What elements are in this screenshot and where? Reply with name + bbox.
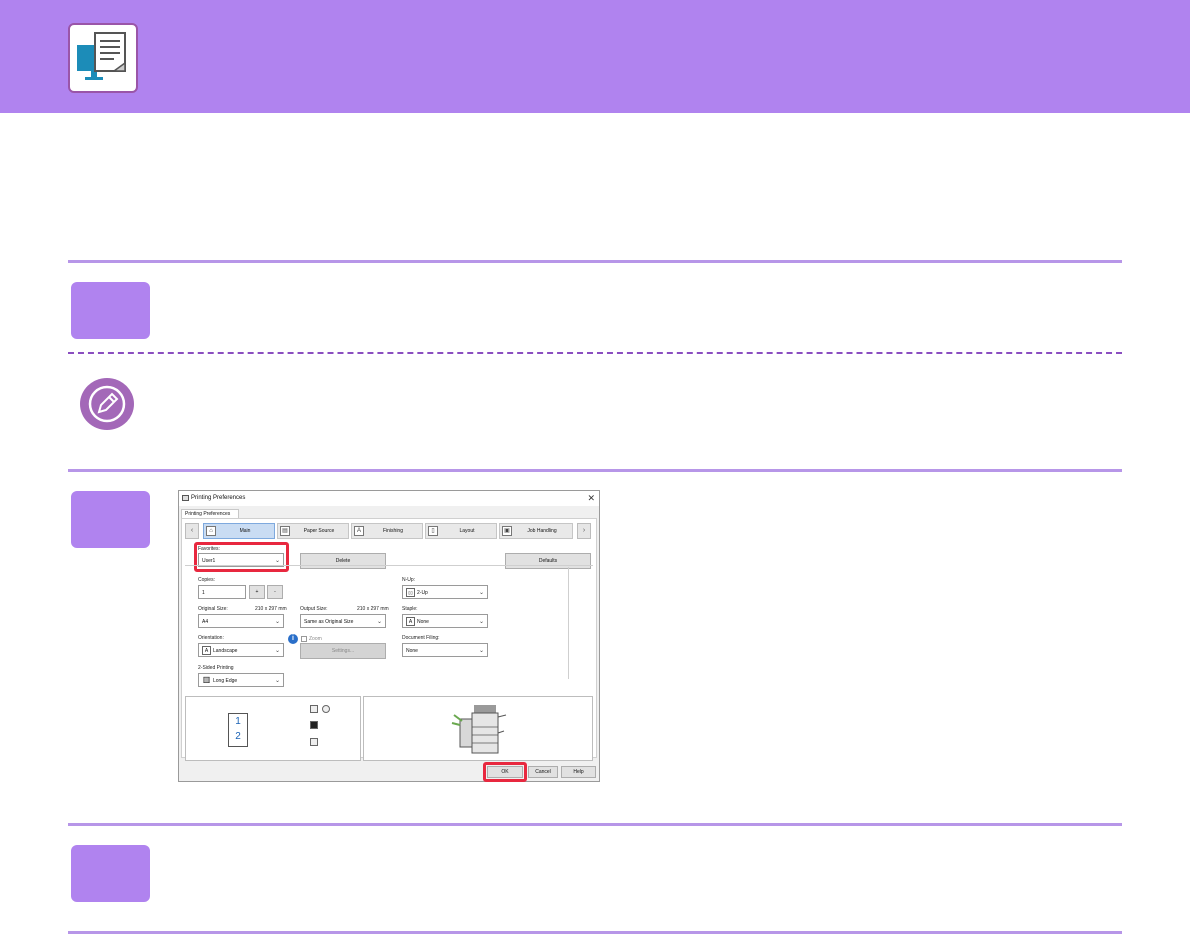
output-size-label: Output Size: <box>300 606 328 612</box>
tab-main-label: Main <box>239 528 251 534</box>
output-size-select[interactable]: Same as Original Size ⌄ <box>300 614 386 628</box>
job-handling-icon: ▣ <box>502 526 512 536</box>
zoom-settings-button[interactable]: Settings... <box>300 643 386 659</box>
tab-paper-source-label: Paper Source <box>303 528 335 534</box>
delete-button[interactable]: Delete <box>300 553 386 569</box>
tab-layout-label: Layout <box>459 528 475 534</box>
n-up-select[interactable]: ▯▯ 2-Up ⌄ <box>402 585 488 599</box>
orientation-select[interactable]: A Landscape ⌄ <box>198 643 284 657</box>
collate-icon <box>310 705 318 713</box>
chevron-down-icon: ⌄ <box>478 648 484 654</box>
dotted-separator <box>68 352 1122 354</box>
tab-printing-preferences-label: Printing Preferences <box>185 511 231 517</box>
page-preview: 1 2 <box>185 696 361 761</box>
n-up-label: N-Up: <box>402 577 416 583</box>
header-banner <box>0 0 1190 113</box>
original-size-select[interactable]: A4 ⌄ <box>198 614 284 628</box>
two-sided-value: Long Edge <box>213 678 238 684</box>
tab-job-handling-label: Job Handling <box>527 528 557 534</box>
close-icon[interactable]: ✕ <box>587 493 595 504</box>
color-mode-icon <box>310 721 318 729</box>
duplex-icon: ▥ <box>202 675 211 684</box>
favorites-highlight <box>194 542 289 572</box>
copies-label: Copies: <box>198 577 215 583</box>
orientation-icon: A <box>202 646 211 655</box>
zoom-label: Zoom <box>309 636 322 642</box>
tab-finishing-label: Finishing <box>382 528 403 534</box>
dialog-title: Printing Preferences <box>191 495 246 501</box>
document-icon <box>310 738 318 746</box>
copies-value: 1 <box>202 590 205 596</box>
zoom-checkbox[interactable] <box>301 636 307 642</box>
stack-icon <box>322 705 330 713</box>
two-sided-select[interactable]: ▥ Long Edge ⌄ <box>198 673 284 687</box>
tab-layout[interactable]: ▯ Layout <box>425 523 497 539</box>
panel-divider-vertical <box>568 567 569 679</box>
n-up-value: 2-Up <box>417 590 428 596</box>
chevron-down-icon: ⌄ <box>274 619 280 625</box>
section-divider <box>68 469 1122 472</box>
tab-paper-source[interactable]: ▤ Paper Source <box>277 523 349 539</box>
copies-increment-button[interactable]: + <box>249 585 265 599</box>
computer-document-icon <box>68 23 138 93</box>
output-size-dims: 210 x 297 mm <box>357 606 389 612</box>
section-divider <box>68 260 1122 263</box>
original-size-label: Original Size: <box>198 606 228 612</box>
step-1-box <box>71 282 150 339</box>
two-sided-label: 2-Sided Printing <box>198 665 234 671</box>
output-size-value: Same as Original Size <box>304 619 354 625</box>
tab-main[interactable]: ⌂ Main <box>203 523 275 539</box>
preview-page: 1 2 <box>228 713 248 747</box>
step-3-box <box>71 845 150 902</box>
panel-divider <box>185 565 593 566</box>
defaults-button[interactable]: Defaults <box>505 553 591 569</box>
chevron-down-icon: ⌄ <box>478 619 484 625</box>
help-button[interactable]: Help <box>561 766 596 778</box>
chevron-down-icon: ⌄ <box>274 678 280 684</box>
info-icon: i <box>288 634 298 644</box>
staple-value: None <box>417 619 429 625</box>
printing-preferences-dialog: Printing Preferences ✕ Printing Preferen… <box>178 490 600 782</box>
section-divider <box>68 823 1122 826</box>
n-up-icon: ▯▯ <box>406 588 415 597</box>
home-icon: ⌂ <box>206 526 216 536</box>
chevron-down-icon: ⌄ <box>478 590 484 596</box>
original-size-value: A4 <box>202 619 209 625</box>
copies-field[interactable]: 1 <box>198 585 246 599</box>
layout-icon: ▯ <box>428 526 438 536</box>
chevron-down-icon: ⌄ <box>274 648 280 654</box>
cancel-button[interactable]: Cancel <box>528 766 558 778</box>
finishing-icon: A <box>354 526 364 536</box>
original-size-dims: 210 x 297 mm <box>255 606 287 612</box>
dialog-titlebar: Printing Preferences ✕ <box>179 491 599 506</box>
step-2-box <box>71 491 150 548</box>
tab-finishing[interactable]: A Finishing <box>351 523 423 539</box>
printer-machine-icon <box>451 705 507 754</box>
copies-decrement-button[interactable]: - <box>267 585 283 599</box>
preview-page-1: 1 <box>235 716 241 727</box>
paper-tray-icon: ▤ <box>280 526 290 536</box>
document-filing-select[interactable]: None ⌄ <box>402 643 488 657</box>
chevron-down-icon: ⌄ <box>376 619 382 625</box>
chevron-right-icon[interactable]: › <box>577 523 591 539</box>
orientation-label: Orientation: <box>198 635 224 641</box>
ok-highlight <box>483 762 527 782</box>
preview-page-2: 2 <box>235 731 241 742</box>
tab-printing-preferences[interactable]: Printing Preferences <box>181 509 239 518</box>
document-filing-value: None <box>406 648 418 654</box>
machine-preview <box>363 696 593 761</box>
chevron-left-icon[interactable]: ‹ <box>185 523 199 539</box>
staple-label: Staple: <box>402 606 418 612</box>
staple-icon: A <box>406 617 415 626</box>
pencil-icon <box>80 378 134 430</box>
orientation-value: Landscape <box>213 648 238 654</box>
tab-job-handling[interactable]: ▣ Job Handling <box>499 523 573 539</box>
staple-select[interactable]: A None ⌄ <box>402 614 488 628</box>
document-filing-label: Document Filing: <box>402 635 440 641</box>
printer-icon <box>182 495 189 501</box>
